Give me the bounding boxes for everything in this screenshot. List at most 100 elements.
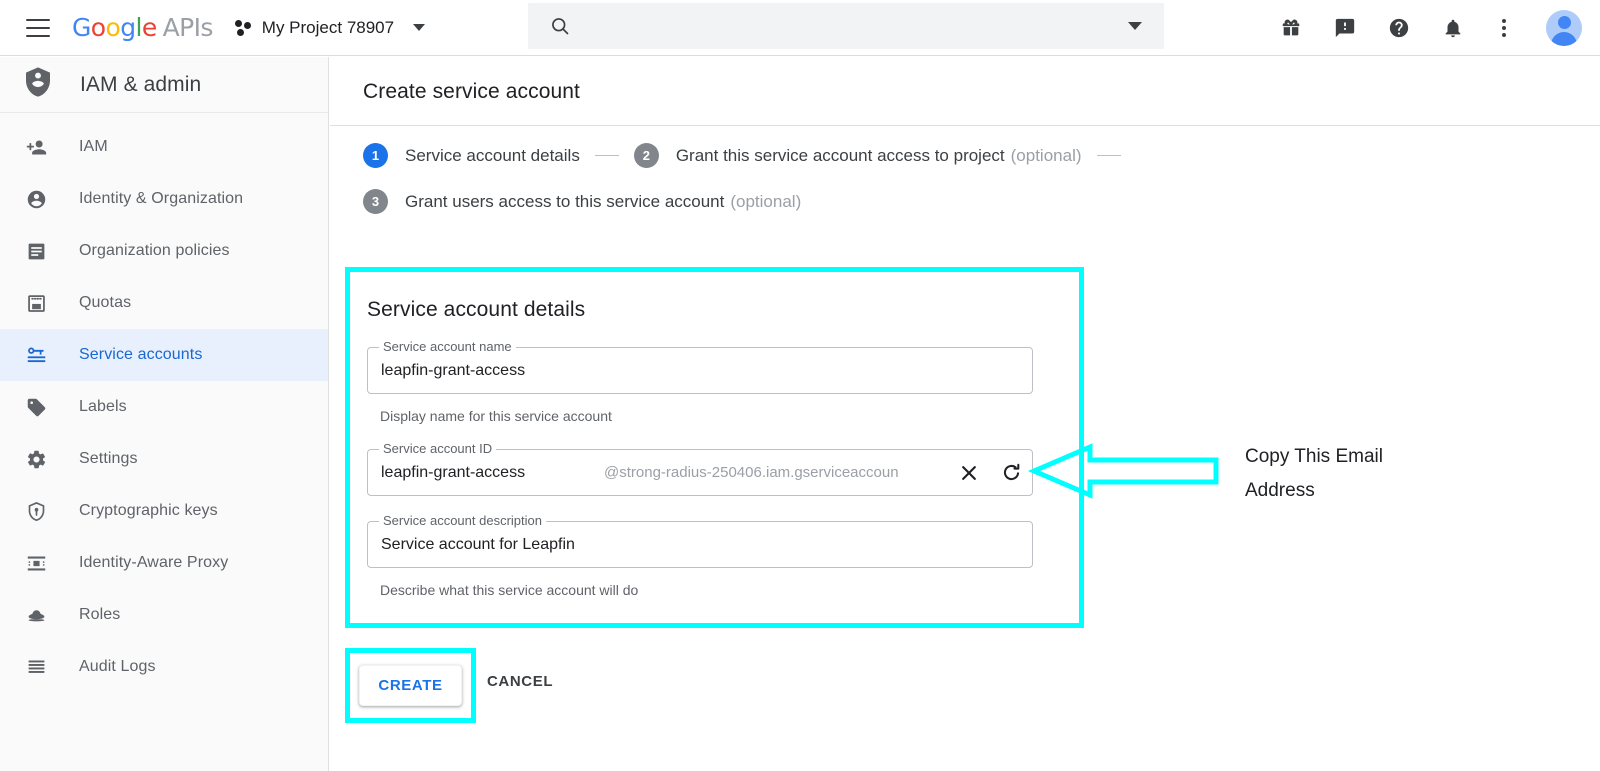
search-input[interactable] — [584, 16, 1128, 36]
annotation-line-2: Address — [1245, 480, 1315, 502]
step-connector-2 — [1096, 155, 1121, 156]
service-account-description-value: Service account for Leapfin — [381, 535, 575, 553]
sidebar-title: IAM & admin — [80, 72, 202, 96]
step-3-label: Grant users access to this service accou… — [405, 191, 725, 211]
sidebar-item-quotas[interactable]: Quotas — [0, 277, 328, 329]
hamburger-menu-icon[interactable] — [26, 18, 50, 37]
step-3-grant-users-access[interactable]: 3 Grant users access to this service acc… — [363, 189, 801, 214]
more-options-kebab-icon[interactable] — [1494, 19, 1514, 37]
sidebar-item-label: Identity-Aware Proxy — [79, 554, 229, 571]
service-account-details-card-highlight: Service account details Service account … — [345, 267, 1084, 628]
service-account-id-field[interactable]: Service account ID leapfin-grant-access … — [367, 441, 1033, 496]
label-tag-icon — [24, 395, 48, 419]
sidebar-item-organization-policies[interactable]: Organization policies — [0, 225, 328, 277]
sidebar-item-identity-aware-proxy[interactable]: Identity-Aware Proxy — [0, 537, 328, 589]
logo-letter-o1: o — [90, 13, 106, 42]
step-2-label: Grant this service account access to pro… — [675, 145, 1005, 165]
policy-document-icon — [24, 239, 48, 263]
service-account-name-field[interactable]: Service account name leapfin-grant-acces… — [367, 339, 1033, 394]
cloud-project-icon — [234, 19, 253, 37]
close-x-icon[interactable] — [957, 461, 981, 485]
sidebar-item-roles[interactable]: Roles — [0, 589, 328, 641]
card-title: Service account details — [367, 298, 586, 321]
gear-icon — [24, 447, 48, 471]
avatar[interactable] — [1546, 10, 1582, 46]
sidebar-item-label: Labels — [79, 398, 127, 415]
sidebar-item-identity-organization[interactable]: Identity & Organization — [0, 173, 328, 225]
logo-letter-o2: o — [105, 13, 121, 42]
sidebar-item-label: Settings — [79, 450, 138, 467]
chevron-down-icon — [413, 24, 426, 31]
sidebar-item-service-accounts[interactable]: Service accounts — [0, 329, 328, 381]
stepper-row-1: 1 Service account details 2 Grant this s… — [363, 143, 1463, 168]
title-divider — [330, 125, 1600, 126]
step-2-grant-access-to-project[interactable]: 2 Grant this service account access to p… — [633, 143, 1082, 168]
service-account-id-label: Service account ID — [379, 441, 497, 456]
annotation-line-1: Copy This Email — [1245, 446, 1383, 467]
sidebar-item-cryptographic-keys[interactable]: Cryptographic keys — [0, 485, 328, 537]
sidebar-item-labels[interactable]: Labels — [0, 381, 328, 433]
service-account-description-help: Describe what this service account will … — [380, 582, 639, 598]
audit-logs-icon — [24, 655, 48, 679]
refresh-icon[interactable] — [999, 461, 1023, 485]
shield-key-icon — [24, 499, 48, 523]
sidebar-item-label: IAM — [79, 138, 108, 155]
feedback-icon[interactable] — [1332, 15, 1358, 41]
sidebar-header: IAM & admin — [0, 57, 328, 113]
left-pointing-arrow-annotation — [1028, 443, 1219, 499]
stepper-row-2: 3 Grant users access to this service acc… — [363, 189, 1463, 214]
logo-letter-g2: g — [120, 13, 136, 42]
service-account-id-email-suffix: @strong-radius-250406.iam.gserviceaccoun — [604, 464, 899, 481]
logo-letter-e: e — [141, 13, 157, 42]
sidebar-item-label: Audit Logs — [79, 658, 156, 675]
service-account-details-card: Service account details Service account … — [350, 272, 1079, 598]
service-account-name-help: Display name for this service account — [380, 408, 612, 424]
search-bar[interactable] — [528, 3, 1164, 49]
service-account-name-label: Service account name — [379, 339, 516, 354]
gift-icon[interactable] — [1278, 15, 1304, 41]
search-icon — [550, 16, 570, 36]
service-account-key-icon — [24, 343, 48, 367]
sidebar-item-audit-logs[interactable]: Audit Logs — [0, 641, 328, 693]
wizard-stepper: 1 Service account details 2 Grant this s… — [363, 143, 1463, 214]
sidebar-item-label: Quotas — [79, 294, 132, 311]
step-2-optional-tag: (optional) — [1010, 145, 1082, 165]
step-3-number-badge: 3 — [363, 189, 388, 214]
sidebar-item-iam[interactable]: IAM — [0, 121, 328, 173]
project-selector[interactable]: My Project 78907 — [234, 17, 426, 38]
create-button-highlight: CREATE — [345, 648, 476, 723]
service-account-id-value: leapfin-grant-access — [381, 463, 526, 481]
sidebar: IAM & admin IAM Identity & Organization … — [0, 57, 329, 771]
help-icon[interactable] — [1386, 15, 1412, 41]
logo-suffix-apis: APIs — [162, 13, 214, 42]
notifications-bell-icon[interactable] — [1440, 15, 1466, 41]
step-1-number-badge: 1 — [363, 143, 388, 168]
service-account-description-field[interactable]: Service account description Service acco… — [367, 513, 1033, 568]
project-name-label: My Project 78907 — [261, 17, 395, 37]
sidebar-item-settings[interactable]: Settings — [0, 433, 328, 485]
sidebar-item-label: Cryptographic keys — [79, 502, 218, 519]
google-apis-logo[interactable]: Google APIs — [72, 15, 213, 40]
quotas-icon — [24, 291, 48, 315]
annotation-caption: Copy This Email Address — [1245, 440, 1455, 508]
sidebar-item-label: Identity & Organization — [79, 190, 244, 207]
step-1-label: Service account details — [405, 145, 580, 165]
step-connector-1 — [594, 155, 619, 156]
service-account-id-actions — [957, 461, 1023, 485]
create-button[interactable]: CREATE — [359, 665, 462, 706]
roles-hat-icon — [24, 603, 48, 627]
sidebar-item-label: Roles — [79, 606, 121, 623]
top-bar-icon-group — [1278, 0, 1582, 56]
person-add-icon — [24, 135, 48, 159]
step-1-service-account-details[interactable]: 1 Service account details — [363, 143, 580, 168]
step-2-number-badge: 2 — [633, 143, 659, 168]
iam-shield-person-icon — [22, 66, 54, 103]
logo-letter-g1: G — [72, 13, 91, 42]
top-app-bar: Google APIs My Project 78907 — [0, 0, 1600, 56]
sidebar-nav-list: IAM Identity & Organization Organization… — [0, 113, 328, 693]
cancel-button[interactable]: CANCEL — [487, 673, 553, 690]
service-account-name-value: leapfin-grant-access — [381, 361, 526, 379]
identity-aware-proxy-icon — [24, 551, 48, 575]
sidebar-item-label: Organization policies — [79, 242, 230, 259]
search-dropdown-chevron-down-icon[interactable] — [1128, 22, 1142, 30]
